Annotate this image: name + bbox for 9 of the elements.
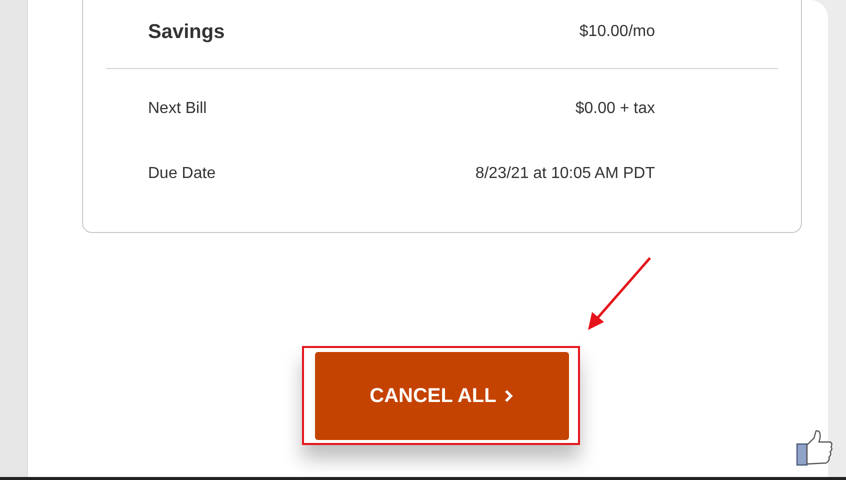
detail-value: 8/23/21 at 10:05 AM PDT	[475, 164, 655, 184]
chevron-right-icon	[504, 389, 514, 403]
cancel-all-button[interactable]: CANCEL ALL	[315, 352, 569, 440]
detail-label: Due Date	[148, 164, 216, 184]
savings-value: $10.00/mo	[579, 22, 655, 42]
detail-value: $0.00 + tax	[575, 99, 655, 119]
savings-title: Savings	[148, 20, 225, 45]
thumbs-up-icon[interactable]	[796, 430, 834, 466]
detail-label: Next Bill	[148, 99, 207, 119]
